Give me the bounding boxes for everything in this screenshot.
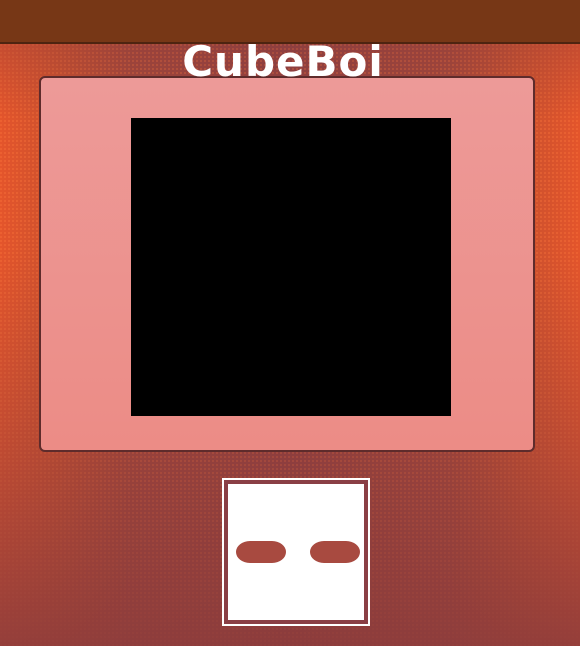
control-pad-face [228, 484, 364, 620]
left-button[interactable] [236, 541, 286, 563]
control-pad [222, 478, 370, 626]
game-screen[interactable] [131, 118, 451, 416]
game-stage: CubeBoi [0, 0, 580, 646]
console-body [39, 76, 535, 452]
game-title: CubeBoi [182, 37, 384, 86]
right-button[interactable] [310, 541, 360, 563]
